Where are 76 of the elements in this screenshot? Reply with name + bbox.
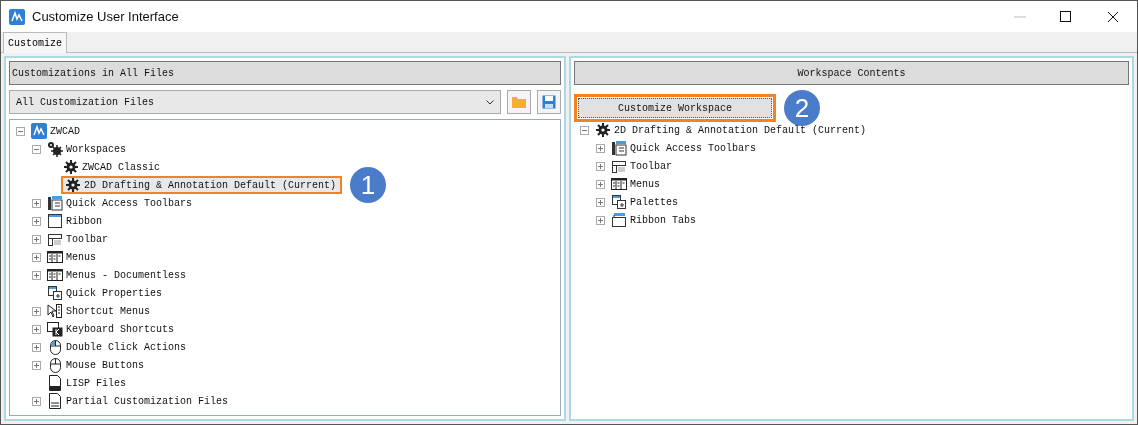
save-icon xyxy=(542,95,556,109)
maximize-icon[interactable] xyxy=(1060,11,1071,22)
mouse-icon xyxy=(47,357,63,373)
tab[interactable]: Customize xyxy=(3,32,67,53)
mouse-icon xyxy=(47,339,63,355)
logo-icon xyxy=(9,8,25,25)
expand-icon[interactable] xyxy=(32,342,41,352)
callout-number: 2 xyxy=(784,90,820,126)
toolbar-icon xyxy=(47,231,63,247)
tree-item[interactable]: Quick Access Toolbars xyxy=(45,194,197,212)
tree-item[interactable]: Palettes xyxy=(609,193,682,211)
gear-icon xyxy=(63,159,79,175)
panel-header: Workspace Contents xyxy=(574,61,1129,85)
tree-item[interactable]: Ribbon xyxy=(45,212,106,230)
save-button[interactable] xyxy=(537,90,561,114)
file-dropdown[interactable]: All Customization Files xyxy=(9,90,501,114)
tree-item[interactable]: Double Click Actions xyxy=(45,338,191,356)
keyboard-icon xyxy=(47,321,63,337)
tree-item[interactable]: 2D Drafting & Annotation Default (Current) xyxy=(61,176,343,194)
tree-item[interactable]: Mouse Buttons xyxy=(45,356,148,374)
tree-item[interactable]: Quick Properties xyxy=(45,284,166,302)
panel-header: Customizations in All Files xyxy=(9,61,561,85)
collapse-icon[interactable] xyxy=(32,144,41,154)
properties-icon xyxy=(611,194,627,210)
expand-icon[interactable] xyxy=(596,215,605,225)
expand-icon[interactable] xyxy=(32,306,41,316)
customize-workspace-button[interactable]: Customize Workspace xyxy=(578,98,772,118)
expand-icon[interactable] xyxy=(32,252,41,262)
expand-icon[interactable] xyxy=(32,270,41,280)
tree-item[interactable]: Ribbon Tabs xyxy=(609,211,700,229)
expand-icon[interactable] xyxy=(596,143,605,153)
tree-item[interactable]: Toolbar xyxy=(45,230,112,248)
collapse-icon[interactable] xyxy=(16,126,25,136)
expand-icon[interactable] xyxy=(596,197,605,207)
expand-icon[interactable] xyxy=(596,179,605,189)
expand-icon[interactable] xyxy=(32,234,41,244)
tree-item[interactable]: Menus - Documentless xyxy=(45,266,191,284)
tree-item[interactable]: LISP Files xyxy=(45,374,130,392)
collapse-icon[interactable] xyxy=(580,125,589,135)
cursor-menu-icon xyxy=(47,303,63,319)
window-title: Customize User Interface xyxy=(32,7,179,26)
expand-icon[interactable] xyxy=(32,198,41,208)
menu-icon xyxy=(611,176,627,192)
tree-item[interactable]: ZWCAD xyxy=(29,122,84,140)
properties-icon xyxy=(47,285,63,301)
toolbar-icon xyxy=(611,158,627,174)
tree-item[interactable]: Quick Access Toolbars xyxy=(609,139,761,157)
window-icon xyxy=(47,213,63,229)
menu-icon xyxy=(47,267,63,283)
toolbar-stack-icon xyxy=(611,140,627,156)
window-tabs-icon xyxy=(611,212,627,228)
tree-item[interactable]: Keyboard Shortcuts xyxy=(45,320,179,338)
tree-item[interactable]: Shortcut Menus xyxy=(45,302,154,320)
tree-item[interactable]: Menus xyxy=(45,248,100,266)
expand-icon[interactable] xyxy=(596,161,605,171)
file-icon xyxy=(47,393,63,409)
toolbar-stack-icon xyxy=(47,195,63,211)
expand-icon[interactable] xyxy=(32,324,41,334)
close-icon[interactable] xyxy=(1107,10,1119,23)
expand-icon[interactable] xyxy=(32,216,41,226)
caret-icon xyxy=(486,99,494,105)
logo-icon xyxy=(31,123,47,139)
callout-number: 1 xyxy=(350,167,387,203)
folder-icon xyxy=(511,95,527,109)
tree-item[interactable]: Toolbar xyxy=(609,157,676,175)
gear-icon xyxy=(595,122,611,138)
tree-item[interactable]: Partial Customization Files xyxy=(45,392,233,410)
menu-icon xyxy=(47,249,63,265)
tree-item[interactable]: Workspaces xyxy=(45,140,130,158)
expand-icon[interactable] xyxy=(32,360,41,370)
gears-icon xyxy=(47,141,63,157)
gear-icon xyxy=(65,177,81,193)
tree-item[interactable]: Menus xyxy=(609,175,664,193)
expand-icon[interactable] xyxy=(32,396,41,406)
tree-item[interactable]: ZWCAD Classic xyxy=(61,158,164,176)
file-icon xyxy=(47,375,63,391)
